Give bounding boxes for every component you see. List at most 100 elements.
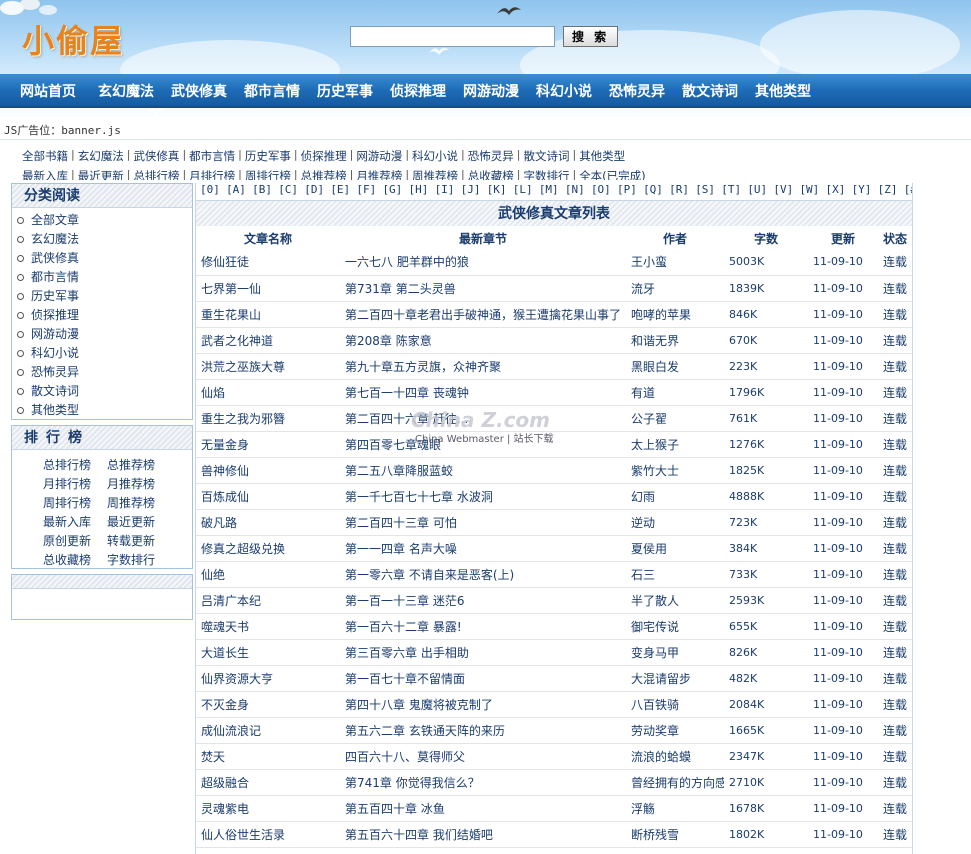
latest-chapter-link[interactable]: 第二百四十三章 可怕 bbox=[340, 509, 626, 536]
subnav-link[interactable]: 月排行榜 bbox=[189, 168, 235, 180]
rank-link[interactable]: 字数排行 bbox=[107, 551, 171, 570]
subnav-link[interactable]: 历史军事 bbox=[245, 148, 291, 164]
latest-chapter-link[interactable]: 第二五八章降服蓝蛟 bbox=[340, 457, 626, 484]
subnav-link[interactable]: 全本(已完成) bbox=[579, 168, 645, 180]
nav-item[interactable]: 恐怖灵异 bbox=[609, 81, 665, 101]
letter-link[interactable]: [D] bbox=[304, 183, 324, 199]
latest-chapter-link[interactable]: 第二百四十章老君出手破神通，猴王遭擒花果山事了 bbox=[340, 301, 626, 328]
article-title-link[interactable]: 兽神修仙 bbox=[196, 457, 340, 484]
subnav-link[interactable]: 恐怖灵异 bbox=[468, 148, 514, 164]
article-title-link[interactable]: 洪荒之巫族大尊 bbox=[196, 353, 340, 380]
subnav-link[interactable]: 全部书籍 bbox=[22, 148, 68, 164]
article-title-link[interactable]: 吕清广本纪 bbox=[196, 587, 340, 614]
nav-item[interactable]: 网站首页 bbox=[20, 81, 76, 101]
subnav-link[interactable]: 网游动漫 bbox=[356, 148, 402, 164]
latest-chapter-link[interactable]: 第一一四章 名声大噪 bbox=[340, 535, 626, 562]
nav-item[interactable]: 其他类型 bbox=[755, 81, 811, 101]
letter-link[interactable]: [U] bbox=[747, 183, 767, 199]
letter-link[interactable]: [S] bbox=[695, 183, 715, 199]
subnav-link[interactable]: 总排行榜 bbox=[133, 168, 179, 180]
article-title-link[interactable]: 大道长生 bbox=[196, 639, 340, 666]
letter-link[interactable]: [N] bbox=[565, 183, 585, 199]
subnav-link[interactable]: 周排行榜 bbox=[245, 168, 291, 180]
nav-item[interactable]: 散文诗词 bbox=[682, 81, 738, 101]
latest-chapter-link[interactable]: 第208章 陈家意 bbox=[340, 327, 626, 354]
letter-link[interactable]: [L] bbox=[513, 183, 533, 199]
letter-link[interactable]: [Q] bbox=[643, 183, 663, 199]
subnav-link[interactable]: 侦探推理 bbox=[301, 148, 347, 164]
letter-link[interactable]: [W] bbox=[799, 183, 819, 199]
letter-link[interactable]: [P] bbox=[617, 183, 637, 199]
nav-item[interactable]: 网游动漫 bbox=[463, 81, 519, 101]
article-title-link[interactable]: 噬魂天书 bbox=[196, 613, 340, 640]
letter-link[interactable]: [G] bbox=[382, 183, 402, 199]
nav-item[interactable]: 科幻小说 bbox=[536, 81, 592, 101]
subnav-link[interactable]: 都市言情 bbox=[189, 148, 235, 164]
category-item[interactable]: 科幻小说 bbox=[17, 344, 192, 363]
rank-link[interactable]: 月推荐榜 bbox=[107, 475, 171, 494]
latest-chapter-link[interactable]: 第五百四十章 冰鱼 bbox=[340, 795, 626, 822]
search-button[interactable]: 搜 索 bbox=[563, 26, 619, 47]
category-item[interactable]: 武侠修真 bbox=[17, 249, 192, 268]
nav-item[interactable]: 侦探推理 bbox=[390, 81, 446, 101]
letter-link[interactable]: [E] bbox=[330, 183, 350, 199]
letter-link[interactable]: [F] bbox=[356, 183, 376, 199]
category-item[interactable]: 玄幻魔法 bbox=[17, 230, 192, 249]
latest-chapter-link[interactable]: 第一百一十三章 迷茫6 bbox=[340, 587, 626, 614]
article-title-link[interactable]: 百炼成仙 bbox=[196, 483, 340, 510]
nav-item[interactable]: 历史军事 bbox=[317, 81, 373, 101]
category-item[interactable]: 全部文章 bbox=[17, 211, 192, 230]
subnav-link[interactable]: 总推荐榜 bbox=[301, 168, 347, 180]
article-title-link[interactable]: 不灭金身 bbox=[196, 691, 340, 718]
letter-link[interactable]: [I] bbox=[435, 183, 455, 199]
article-title-link[interactable]: 仙绝 bbox=[196, 561, 340, 588]
rank-link[interactable]: 最新入库 bbox=[43, 513, 107, 532]
latest-chapter-link[interactable]: 第四百零七章魂眼 bbox=[340, 431, 626, 458]
subnav-link[interactable]: 武侠修真 bbox=[133, 148, 179, 164]
article-title-link[interactable]: 成仙流浪记 bbox=[196, 717, 340, 744]
rank-link[interactable]: 周推荐榜 bbox=[107, 494, 171, 513]
subnav-link[interactable]: 最新入库 bbox=[22, 168, 68, 180]
subnav-link[interactable]: 月推荐榜 bbox=[356, 168, 402, 180]
article-title-link[interactable]: 七界第一仙 bbox=[196, 275, 340, 302]
letter-link[interactable]: [H] bbox=[409, 183, 429, 199]
rank-link[interactable]: 总排行榜 bbox=[43, 456, 107, 475]
subnav-link[interactable]: 总收藏榜 bbox=[468, 168, 514, 180]
category-item[interactable]: 网游动漫 bbox=[17, 325, 192, 344]
rank-link[interactable]: 总收藏榜 bbox=[43, 551, 107, 570]
letter-link[interactable]: [#] bbox=[904, 183, 912, 199]
letter-link[interactable]: [X] bbox=[826, 183, 846, 199]
category-item[interactable]: 都市言情 bbox=[17, 268, 192, 287]
subnav-link[interactable]: 玄幻魔法 bbox=[78, 148, 124, 164]
letter-link[interactable]: [R] bbox=[669, 183, 689, 199]
latest-chapter-link[interactable]: 第一千七百七十七章 水波洞 bbox=[340, 483, 626, 510]
article-title-link[interactable]: 超级融合 bbox=[196, 769, 340, 796]
article-title-link[interactable]: 焚天 bbox=[196, 743, 340, 770]
rank-link[interactable]: 总推荐榜 bbox=[107, 456, 171, 475]
search-input[interactable] bbox=[350, 26, 555, 47]
subnav-link[interactable]: 其他类型 bbox=[579, 148, 625, 164]
article-title-link[interactable]: 武者之化神道 bbox=[196, 327, 340, 354]
article-title-link[interactable]: 无量金身 bbox=[196, 431, 340, 458]
article-title-link[interactable]: 修仙狂徒 bbox=[196, 249, 340, 276]
latest-chapter-link[interactable]: 第七百一十四章 丧魂钟 bbox=[340, 379, 626, 406]
article-title-link[interactable]: 重生花果山 bbox=[196, 301, 340, 328]
article-title-link[interactable]: 重生之我为邪簪 bbox=[196, 405, 340, 432]
letter-link[interactable]: [K] bbox=[487, 183, 507, 199]
letter-link[interactable]: [T] bbox=[721, 183, 741, 199]
rank-link[interactable]: 周排行榜 bbox=[43, 494, 107, 513]
rank-link[interactable]: 原创更新 bbox=[43, 532, 107, 551]
subnav-link[interactable]: 字数排行 bbox=[523, 168, 569, 180]
category-item[interactable]: 历史军事 bbox=[17, 287, 192, 306]
category-item[interactable]: 恐怖灵异 bbox=[17, 363, 192, 382]
article-title-link[interactable]: 仙焰 bbox=[196, 379, 340, 406]
latest-chapter-link[interactable]: 第一百七十章不留情面 bbox=[340, 665, 626, 692]
latest-chapter-link[interactable]: 四百六十八、莫得师父 bbox=[340, 743, 626, 770]
site-logo[interactable]: 小偷屋 bbox=[22, 16, 124, 62]
rank-link[interactable]: 转载更新 bbox=[107, 532, 171, 551]
letter-link[interactable]: [O] bbox=[591, 183, 611, 199]
latest-chapter-link[interactable]: 第四十八章 鬼魔将被克制了 bbox=[340, 691, 626, 718]
latest-chapter-link[interactable]: 第三百零六章 出手相助 bbox=[340, 639, 626, 666]
letter-link[interactable]: [A] bbox=[226, 183, 246, 199]
subnav-link[interactable]: 周推荐榜 bbox=[412, 168, 458, 180]
